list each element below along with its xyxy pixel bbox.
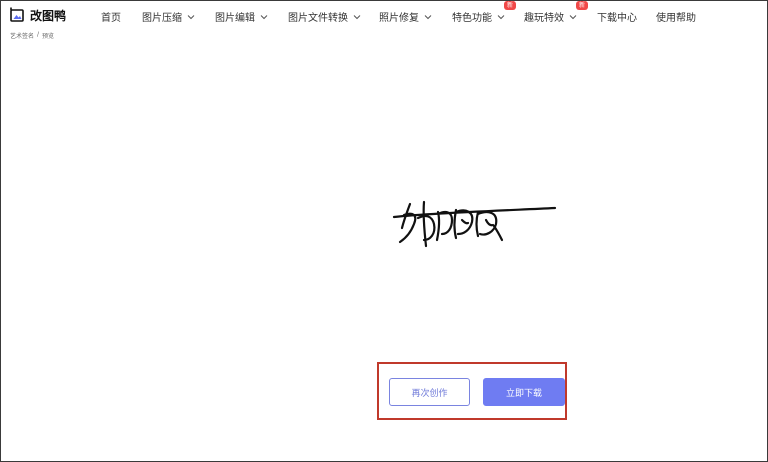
nav-file-convert[interactable]: 图片文件转换 <box>288 9 361 24</box>
breadcrumb-item: 预览 <box>42 33 55 40</box>
new-badge: 新 <box>576 1 589 10</box>
recreate-button[interactable]: 再次创作 <box>389 378 470 406</box>
nav-photo-repair[interactable]: 照片修复 <box>379 9 432 24</box>
nav-home[interactable]: 首页 <box>101 9 121 24</box>
top-header: 改图鸭 首页 图片压缩 图片编辑 图片文件转换 照片修复 特色功能 新 趣玩特效… <box>0 0 768 30</box>
chevron-down-icon <box>353 14 361 19</box>
logo[interactable]: 改图鸭 <box>9 7 66 24</box>
chevron-down-icon <box>569 14 577 19</box>
nav-image-edit[interactable]: 图片编辑 <box>215 9 268 24</box>
nav-featured[interactable]: 特色功能 新 <box>452 1 517 24</box>
logo-icon <box>10 7 24 22</box>
new-badge: 新 <box>504 1 517 10</box>
breadcrumb: 艺术签名 / 预览 <box>10 31 54 40</box>
chevron-down-icon <box>187 14 195 19</box>
download-button[interactable]: 立即下载 <box>483 378 565 406</box>
chevron-down-icon <box>260 14 268 19</box>
chevron-down-icon <box>424 14 432 19</box>
nav-download-center[interactable]: 下载中心 <box>597 9 637 24</box>
nav-fun-effects[interactable]: 趣玩特效 新 <box>524 1 589 24</box>
breadcrumb-separator: / <box>37 31 40 38</box>
breadcrumb-item[interactable]: 艺术签名 <box>10 31 34 40</box>
nav-help[interactable]: 使用帮助 <box>656 9 696 24</box>
nav-image-compress[interactable]: 图片压缩 <box>142 9 195 24</box>
chevron-down-icon <box>497 14 505 19</box>
logo-text: 改图鸭 <box>30 8 67 23</box>
signature-preview-image <box>392 200 557 248</box>
